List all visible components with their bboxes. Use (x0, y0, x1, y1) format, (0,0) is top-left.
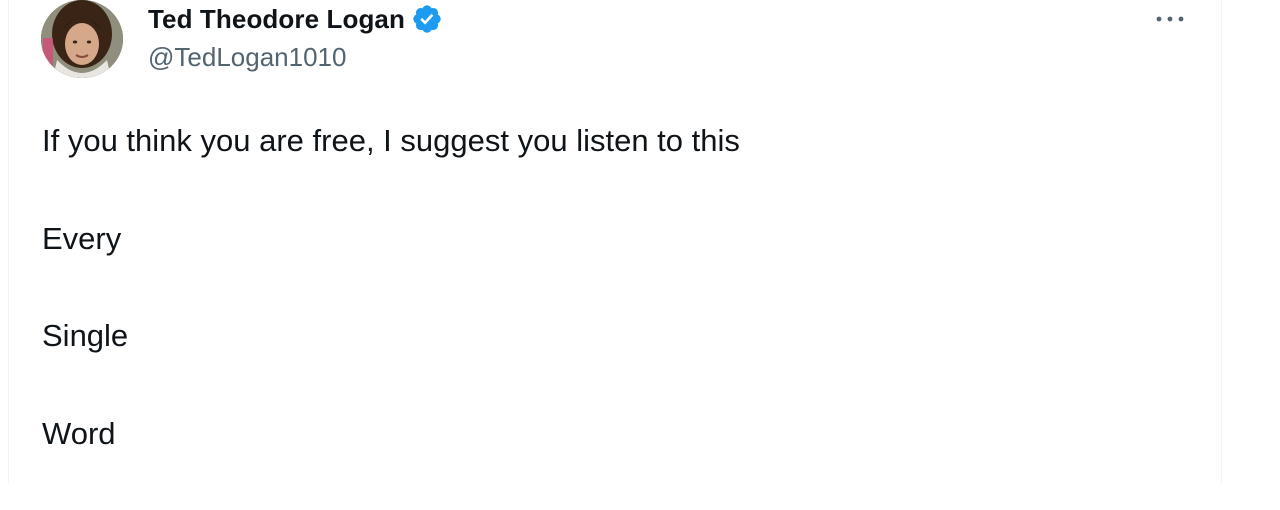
tweet-card: Ted Theodore Logan @TedLogan1010 If you … (8, 0, 1222, 483)
tweet-line: Word (42, 413, 740, 510)
tweet-line: Single (42, 315, 740, 413)
verified-badge-icon[interactable] (411, 3, 443, 35)
tweet-text: If you think you are free, I suggest you… (42, 120, 740, 510)
tweet-author: Ted Theodore Logan @TedLogan1010 (148, 2, 443, 73)
tweet-line: If you think you are free, I suggest you… (42, 120, 740, 218)
avatar-photo (41, 0, 123, 78)
avatar[interactable] (41, 0, 123, 78)
display-name[interactable]: Ted Theodore Logan (148, 4, 405, 35)
more-options-icon[interactable] (1152, 6, 1188, 32)
tweet-line: Every (42, 218, 740, 316)
user-handle[interactable]: @TedLogan1010 (148, 42, 443, 73)
name-row: Ted Theodore Logan (148, 2, 443, 36)
